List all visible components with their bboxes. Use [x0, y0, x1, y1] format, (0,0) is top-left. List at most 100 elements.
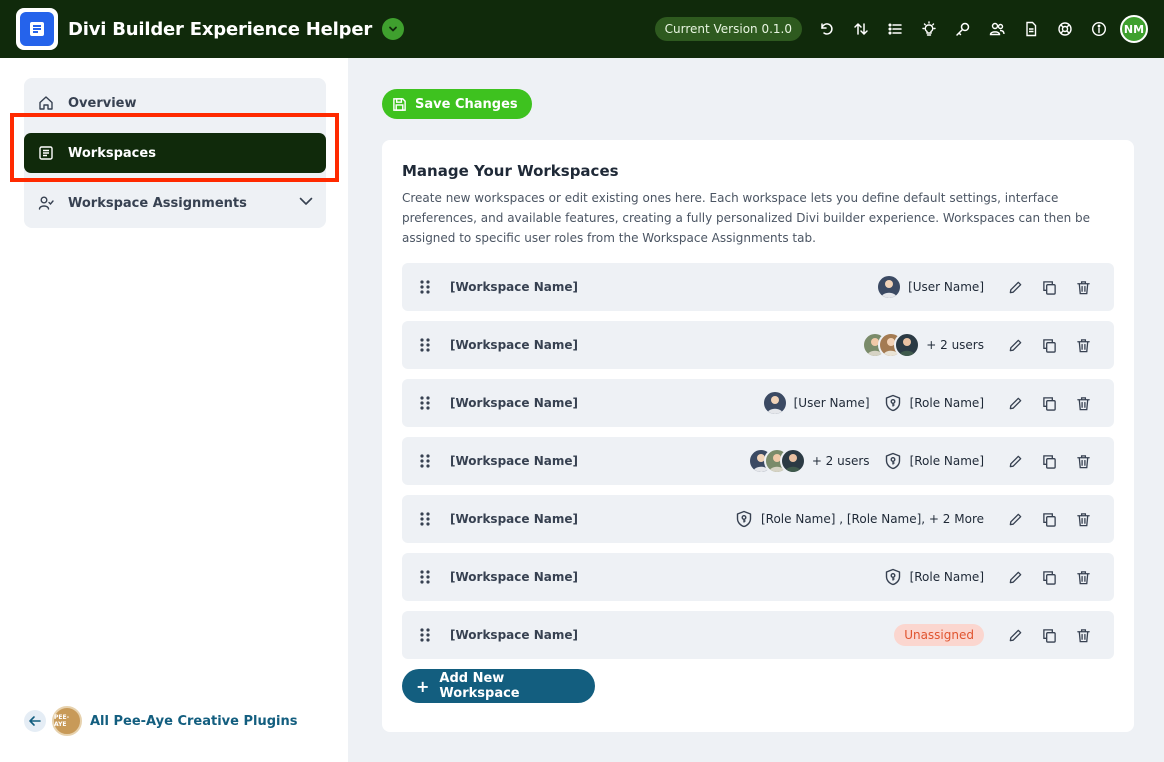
user-avatar[interactable]: NM: [1120, 15, 1148, 43]
shield-key-icon: [735, 510, 753, 528]
workspace-name: [Workspace Name]: [450, 570, 578, 584]
user-avatar: [876, 274, 903, 300]
edit-pencil-icon[interactable]: [998, 504, 1032, 534]
workspace-actions: [998, 330, 1100, 360]
trash-icon[interactable]: [1066, 562, 1100, 592]
duplicate-icon[interactable]: [1032, 620, 1066, 650]
duplicate-icon[interactable]: [1032, 504, 1066, 534]
workspace-actions: [998, 504, 1100, 534]
sidebar-item-label: Overview: [68, 95, 137, 111]
assigned-users: + 2 users: [926, 338, 984, 352]
trash-icon[interactable]: [1066, 330, 1100, 360]
workspace-row[interactable]: [Workspace Name] [Role Name]: [402, 553, 1114, 601]
trash-icon[interactable]: [1066, 446, 1100, 476]
workspace-assignment: [Role Name] , [Role Name], + 2 More: [735, 510, 984, 528]
app-menu-chevron-down-icon[interactable]: [382, 18, 405, 40]
drag-handle-icon[interactable]: [416, 337, 434, 353]
assigned-users: [User Name]: [793, 396, 870, 410]
trash-icon[interactable]: [1066, 388, 1100, 418]
sidebar-item-label: Workspaces: [68, 145, 156, 161]
save-changes-button[interactable]: Save Changes: [382, 89, 532, 119]
undo-icon[interactable]: [810, 12, 844, 46]
duplicate-icon[interactable]: [1032, 562, 1066, 592]
assigned-users: + 2 users: [811, 454, 870, 468]
workspace-row[interactable]: [Workspace Name] [User Name]: [402, 263, 1114, 311]
edit-pencil-icon[interactable]: [998, 330, 1032, 360]
save-changes-label: Save Changes: [415, 96, 518, 112]
sidebar-item-workspaces[interactable]: Workspaces: [24, 133, 326, 173]
sidebar-item-label: Workspace Assignments: [68, 195, 247, 211]
assigned-roles: [Role Name]: [909, 396, 984, 410]
sidebar: Overview Workspaces Workspace Assignment…: [0, 58, 348, 762]
user-avatar: [779, 448, 806, 474]
edit-pencil-icon[interactable]: [998, 388, 1032, 418]
workspace-row[interactable]: [Workspace Name] [User Name] [Role Name]: [402, 379, 1114, 427]
chevron-down-icon[interactable]: [298, 193, 314, 213]
user-check-icon: [36, 193, 56, 213]
sidebar-item-overview[interactable]: Overview: [24, 78, 326, 128]
drag-handle-icon[interactable]: [416, 279, 434, 295]
duplicate-icon[interactable]: [1032, 388, 1066, 418]
trash-icon[interactable]: [1066, 620, 1100, 650]
duplicate-icon[interactable]: [1032, 330, 1066, 360]
assigned-roles: [Role Name]: [909, 454, 984, 468]
workspace-assignment: [User Name] [Role Name]: [761, 390, 984, 416]
sidebar-footer: PEE-AYE All Pee-Aye Creative Plugins: [24, 706, 298, 736]
key-icon[interactable]: [946, 12, 980, 46]
drag-handle-icon[interactable]: [416, 511, 434, 527]
user-avatars: [876, 274, 903, 300]
lightbulb-icon[interactable]: [912, 12, 946, 46]
save-icon: [392, 97, 407, 112]
assigned-roles: [Role Name] , [Role Name], + 2 More: [760, 512, 984, 526]
info-icon[interactable]: [1082, 12, 1116, 46]
user-avatar: [761, 390, 788, 416]
shield-key-icon: [884, 452, 902, 470]
add-new-workspace-button[interactable]: + Add New Workspace: [402, 669, 595, 703]
users-icon[interactable]: [980, 12, 1014, 46]
workspaces-card: Manage Your Workspaces Create new worksp…: [382, 140, 1134, 732]
edit-pencil-icon[interactable]: [998, 562, 1032, 592]
plus-icon: +: [416, 676, 430, 696]
workspace-actions: [998, 446, 1100, 476]
arrow-left-icon[interactable]: [24, 710, 46, 732]
drag-handle-icon[interactable]: [416, 569, 434, 585]
lifebuoy-icon[interactable]: [1048, 12, 1082, 46]
drag-handle-icon[interactable]: [416, 627, 434, 643]
home-icon: [36, 93, 56, 113]
workspace-row[interactable]: [Workspace Name] Unassigned: [402, 611, 1114, 659]
top-header: Divi Builder Experience Helper Current V…: [0, 0, 1164, 58]
shield-key-icon: [884, 394, 902, 412]
all-plugins-link[interactable]: All Pee-Aye Creative Plugins: [90, 714, 298, 729]
duplicate-icon[interactable]: [1032, 272, 1066, 302]
workspace-row[interactable]: [Workspace Name] + 2 users: [402, 321, 1114, 369]
sidebar-nav: Overview Workspaces Workspace Assignment…: [24, 78, 326, 228]
user-avatar: [894, 332, 921, 358]
assigned-roles: [Role Name]: [909, 570, 984, 584]
sort-icon[interactable]: [844, 12, 878, 46]
sidebar-item-workspace-assignments[interactable]: Workspace Assignments: [24, 178, 326, 228]
user-avatars: [761, 390, 788, 416]
unassigned-badge: Unassigned: [894, 624, 984, 646]
duplicate-icon[interactable]: [1032, 446, 1066, 476]
workspace-assignment: + 2 users: [862, 332, 984, 358]
header-actions: Current Version 0.1.0 NM: [654, 12, 1148, 46]
edit-pencil-icon[interactable]: [998, 446, 1032, 476]
edit-pencil-icon[interactable]: [998, 620, 1032, 650]
list-icon[interactable]: [878, 12, 912, 46]
trash-icon[interactable]: [1066, 504, 1100, 534]
workspace-actions: [998, 388, 1100, 418]
workspace-assignment: + 2 users [Role Name]: [747, 448, 984, 474]
edit-pencil-icon[interactable]: [998, 272, 1032, 302]
workspace-row[interactable]: [Workspace Name] [Role Name] , [Role Nam…: [402, 495, 1114, 543]
drag-handle-icon[interactable]: [416, 395, 434, 411]
workspace-assignment: [Role Name]: [884, 568, 984, 586]
document-icon[interactable]: [1014, 12, 1048, 46]
card-title: Manage Your Workspaces: [402, 162, 619, 180]
workspace-row[interactable]: [Workspace Name] + 2 users [Role Name]: [402, 437, 1114, 485]
drag-handle-icon[interactable]: [416, 453, 434, 469]
workspace-actions: [998, 620, 1100, 650]
version-badge: Current Version 0.1.0: [654, 17, 802, 41]
workspace-assignment: [User Name]: [876, 274, 984, 300]
workspace-name: [Workspace Name]: [450, 396, 578, 410]
trash-icon[interactable]: [1066, 272, 1100, 302]
